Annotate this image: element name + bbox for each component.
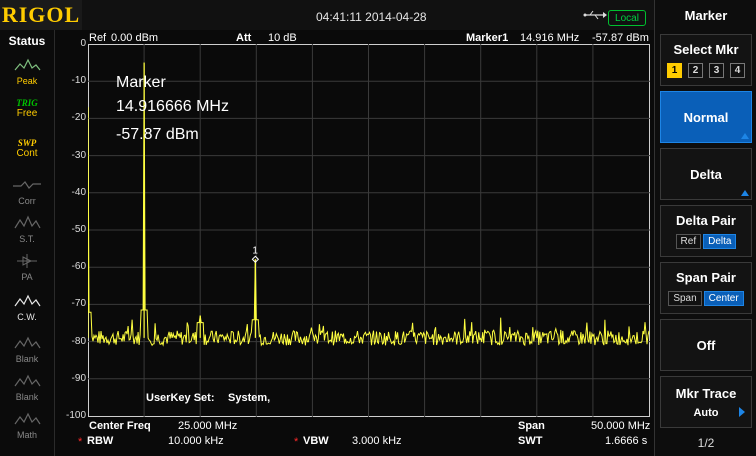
y-tick-label: -30 [71,149,86,161]
status-peak: Peak [7,56,47,92]
att-label: Att [236,32,252,44]
math-icon [14,412,41,425]
span-value: 50.000 MHz [591,420,651,432]
delta-pair-button[interactable]: Delta Pair Ref Delta [660,205,752,257]
cw-icon [14,294,41,307]
softkey-panel: Marker Select Mkr 1 2 3 4 Normal Delta D… [654,0,756,456]
span-pair-button[interactable]: Span Pair Span Center [660,262,752,314]
swt-label: SWT [518,435,543,447]
vbw-value: 3.000 kHz [352,435,402,447]
delta-button[interactable]: Delta [660,148,752,200]
status-blank-1: Blank [7,334,47,370]
pa-icon [17,254,37,268]
marker-box-freq: 14.916666 MHz [116,98,229,115]
status-math: Math [7,410,47,446]
marker-header-label: Marker1 [466,32,509,44]
y-tick-label: -70 [71,298,86,310]
userkey-value: System, [228,392,271,404]
att-value: 10 dB [268,32,297,44]
mkr-trace-button[interactable]: Mkr Trace Auto [660,376,752,428]
y-tick-label: -80 [71,335,86,347]
marker-box-title: Marker [116,74,166,91]
status-trig: TRIG Free [16,98,38,119]
rigol-logo: RIGOL [0,0,82,30]
rbw-star: * [78,436,83,448]
blank-icon [14,374,41,387]
center-freq-value: 25.000 MHz [178,420,238,432]
marker-4[interactable]: 4 [730,63,745,78]
delta-pair-ref[interactable]: Ref [675,234,702,249]
span-pair-center[interactable]: Center [703,291,744,306]
triangle-icon [741,133,749,139]
marker-header-amp: -57.87 dBm [592,32,649,44]
y-tick-label: -100 [65,410,86,421]
local-badge[interactable]: Local [608,10,646,26]
analyzer-screen: RIGOL 04:41:11 2014-04-28 Local Status P… [0,0,756,456]
status-title: Status [8,34,46,48]
arrow-right-icon [739,407,745,417]
marker-number-selector: 1 2 3 4 [667,63,745,78]
status-pa: PA [7,252,47,288]
userkey-label: UserKey Set: [146,392,215,404]
marker-header-freq: 14.916 MHz [520,32,580,44]
page-indicator: 1/2 [697,436,715,450]
top-bar: RIGOL 04:41:11 2014-04-28 Local [0,0,756,30]
span-label: Span [518,420,545,432]
status-blank-2: Blank [7,372,47,408]
ref-value: 0.00 dBm [111,32,159,44]
marker-1[interactable]: 1 [667,63,682,78]
corr-icon [13,181,41,189]
panel-title: Marker [684,8,728,23]
vbw-star: * [294,436,299,448]
select-mkr-button[interactable]: Select Mkr 1 2 3 4 [660,34,752,86]
y-tick-label: -10 [71,75,86,87]
vbw-label: VBW [303,435,329,447]
triangle-icon [741,190,749,196]
delta-pair-delta[interactable]: Delta [703,234,737,249]
span-pair-span[interactable]: Span [668,291,702,306]
normal-button[interactable]: Normal [660,91,752,143]
rbw-label: RBW [87,435,114,447]
y-tick-label: -20 [71,112,86,124]
st-icon [14,215,41,229]
off-button[interactable]: Off [660,319,752,371]
center-freq-label: Center Freq [89,420,151,432]
y-tick-label: -90 [71,372,86,384]
blank-icon [14,336,41,349]
marker-3[interactable]: 3 [709,63,724,78]
y-tick-label: -40 [71,186,86,198]
usb-icon [583,10,607,20]
date-time: 04:41:11 2014-04-28 [316,10,427,24]
peak-icon [14,58,41,71]
y-tick-label: -50 [71,224,86,235]
swt-value: 1.6666 s [605,435,648,447]
marker-1-label: 1 [252,245,258,256]
marker-box-amp: -57.87 dBm [116,126,199,143]
status-swp: SWP Cont [16,138,38,159]
y-tick-label: 0 [80,38,86,49]
status-column: Status Peak TRIG Free SWP Cont Corr S.T.… [0,30,55,456]
status-cw: C.W. [7,292,47,328]
y-tick-label: -60 [71,261,86,273]
status-st: S.T. [7,214,47,250]
ref-label: Ref [89,32,107,44]
marker-2[interactable]: 2 [688,63,703,78]
rbw-value: 10.000 kHz [168,435,224,447]
status-corr: Corr [7,176,47,212]
